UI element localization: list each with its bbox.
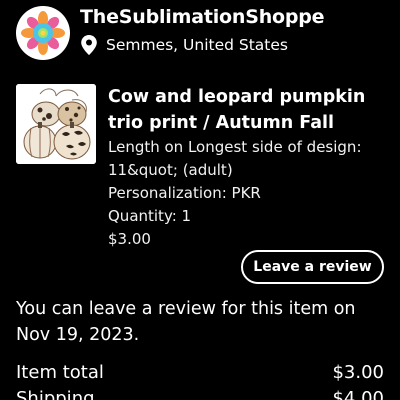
item-details: Cow and leopard pumpkin trio print / Aut…	[108, 84, 392, 251]
leave-review-button[interactable]: Leave a review	[241, 250, 384, 284]
item-title[interactable]: Cow and leopard pumpkin trio print / Aut…	[108, 84, 392, 136]
location-pin-icon	[80, 34, 98, 56]
item-total-label: Item total	[16, 362, 104, 383]
shop-header[interactable]: TheSublimationShoppe Semmes, United Stat…	[16, 4, 384, 60]
item-price: $3.00	[108, 230, 151, 248]
item-total-row: Item total $3.00	[16, 362, 384, 383]
shipping-value: $4.00	[332, 388, 384, 400]
shop-logo[interactable]	[16, 6, 70, 60]
item-quantity: Quantity: 1	[108, 207, 192, 225]
shipping-row: Shipping $4.00	[16, 388, 384, 400]
review-eligibility-note: You can leave a review for this item on …	[16, 299, 356, 345]
item-personalization: Personalization: PKR	[108, 184, 261, 202]
shipping-label: Shipping	[16, 388, 95, 400]
item-total-value: $3.00	[332, 362, 384, 383]
location-text: Semmes, United States	[106, 36, 288, 54]
shop-name[interactable]: TheSublimationShoppe	[80, 6, 325, 28]
item-length-value: 11&quot; (adult)	[108, 161, 233, 179]
item-length-label: Length on Longest side of design:	[108, 138, 362, 156]
item-thumbnail[interactable]	[16, 84, 96, 164]
shop-location: Semmes, United States	[80, 32, 288, 58]
